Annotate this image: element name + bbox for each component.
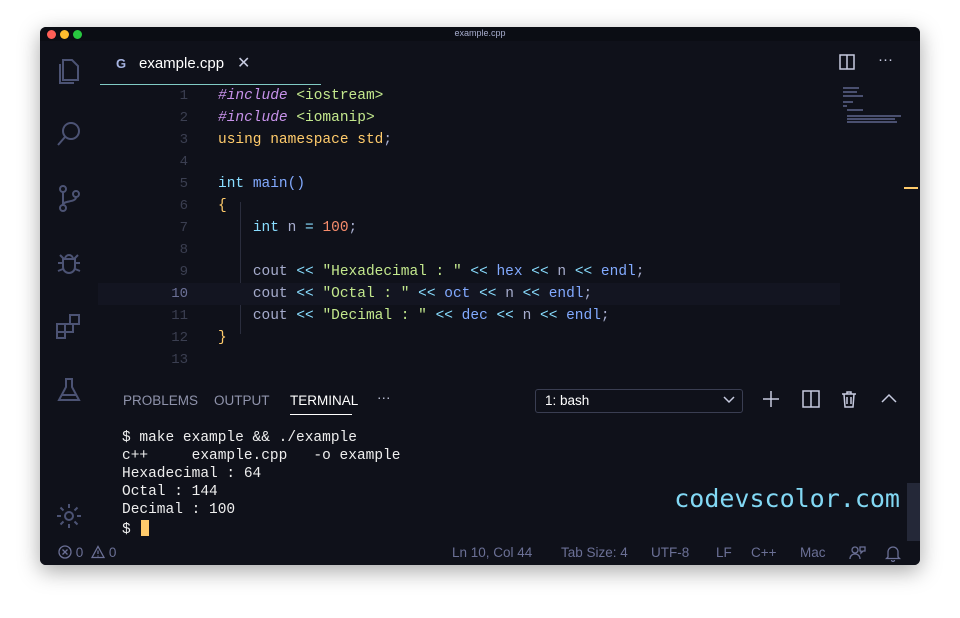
line-number: 8 bbox=[179, 242, 188, 258]
search-icon[interactable] bbox=[54, 119, 84, 149]
code-line: 12 } bbox=[98, 327, 840, 349]
language-mode[interactable]: C++ bbox=[751, 545, 777, 560]
notifications-bell-icon[interactable] bbox=[884, 544, 902, 565]
line-number: 12 bbox=[171, 330, 188, 346]
window-title: example.cpp bbox=[454, 28, 506, 38]
line-number: 5 bbox=[179, 176, 188, 192]
trash-icon[interactable] bbox=[839, 389, 859, 409]
warning-count: 0 bbox=[108, 545, 117, 560]
code-line: 9 cout << "Hexadecimal : " << hex << n <… bbox=[98, 261, 840, 283]
line-number: 4 bbox=[179, 154, 188, 170]
tab-output[interactable]: OUTPUT bbox=[214, 393, 270, 408]
source-control-icon[interactable] bbox=[54, 183, 84, 213]
explorer-icon[interactable] bbox=[54, 56, 84, 86]
error-count: 0 bbox=[75, 545, 84, 560]
editor-tab-bar: G example.cpp ✕ ··· bbox=[98, 41, 920, 85]
terminal-prompt: $ bbox=[122, 522, 140, 538]
line-number: 2 bbox=[179, 110, 188, 126]
editor-actions: ··· bbox=[838, 51, 908, 76]
line-number: 6 bbox=[179, 198, 188, 214]
chevron-up-icon[interactable] bbox=[879, 389, 899, 409]
more-actions-icon[interactable]: ··· bbox=[878, 51, 893, 68]
tab-terminal[interactable]: TERMINAL bbox=[290, 393, 358, 408]
terminal-line: $ make example && ./example bbox=[122, 430, 357, 446]
line-number: 10 bbox=[171, 286, 188, 302]
split-editor-icon[interactable] bbox=[838, 53, 856, 76]
end-of-line[interactable]: LF bbox=[716, 545, 732, 560]
new-terminal-plus-icon[interactable] bbox=[761, 389, 781, 409]
close-tab-icon[interactable]: ✕ bbox=[237, 53, 250, 73]
terminal-line: Hexadecimal : 64 bbox=[122, 466, 262, 482]
status-bar: 0 0 Ln 10, Col 44 Tab Size: 4 UTF-8 LF C… bbox=[40, 541, 920, 565]
code-line: 5 int main() bbox=[98, 173, 840, 195]
line-number: 9 bbox=[179, 264, 188, 280]
line-number: 3 bbox=[179, 132, 188, 148]
terminal-line: Octal : 144 bbox=[122, 484, 218, 500]
cpp-file-icon: G bbox=[116, 56, 127, 71]
watermark: codevscolor.com bbox=[674, 484, 900, 513]
title-bar: example.cpp bbox=[40, 27, 920, 41]
code-editor[interactable]: 1 #include <iostream> 2 #include <iomani… bbox=[98, 85, 920, 373]
terminal-output[interactable]: $ make example && ./example c++ example.… bbox=[122, 430, 400, 538]
code-line: 4 bbox=[98, 151, 840, 173]
active-tab-indicator bbox=[290, 414, 352, 415]
terminal-line: Decimal : 100 bbox=[122, 502, 236, 518]
encoding[interactable]: UTF-8 bbox=[651, 545, 689, 560]
terminal-select[interactable]: 1: bash bbox=[535, 389, 743, 413]
terminal-line: c++ example.cpp -o example bbox=[122, 448, 401, 464]
error-icon bbox=[58, 545, 72, 562]
tab-problems[interactable]: PROBLEMS bbox=[123, 393, 198, 408]
close-panel-icon[interactable] bbox=[918, 389, 920, 409]
code-line: 13 bbox=[98, 349, 840, 371]
code-line: 7 int n = 100; bbox=[98, 217, 840, 239]
debug-icon[interactable] bbox=[54, 247, 84, 277]
platform[interactable]: Mac bbox=[800, 545, 826, 560]
bottom-panel: PROBLEMS OUTPUT TERMINAL ··· 1: bash $ m… bbox=[98, 373, 920, 543]
settings-gear-icon[interactable] bbox=[54, 501, 84, 531]
code-line: 8 bbox=[98, 239, 840, 261]
extensions-icon[interactable] bbox=[54, 311, 84, 341]
editor-window: example.cpp G example.cpp ✕ ··· 1 #inclu… bbox=[40, 27, 920, 565]
terminal-prompt-line: $ bbox=[122, 520, 400, 538]
line-number: 11 bbox=[171, 308, 188, 324]
feedback-icon[interactable] bbox=[848, 544, 866, 565]
line-number: 1 bbox=[179, 88, 188, 104]
line-number: 7 bbox=[179, 220, 188, 236]
line-number: 13 bbox=[171, 352, 188, 368]
code-line: 1 #include <iostream> bbox=[98, 85, 840, 107]
flask-icon[interactable] bbox=[54, 375, 84, 405]
chevron-down-icon bbox=[722, 393, 736, 407]
split-terminal-icon[interactable] bbox=[801, 389, 821, 409]
activity-bar bbox=[40, 41, 98, 541]
warning-icon bbox=[90, 545, 106, 562]
cursor-position[interactable]: Ln 10, Col 44 bbox=[452, 545, 532, 560]
code-line: 2 #include <iomanip> bbox=[98, 107, 840, 129]
tab-size[interactable]: Tab Size: 4 bbox=[561, 545, 628, 560]
code-line: 11 cout << "Decimal : " << dec << n << e… bbox=[98, 305, 840, 327]
minimap[interactable] bbox=[843, 85, 905, 125]
more-panel-tabs-icon[interactable]: ··· bbox=[377, 390, 391, 405]
terminal-scrollbar[interactable] bbox=[907, 483, 920, 543]
terminal-cursor bbox=[141, 520, 150, 536]
code-line-current: 10 cout << "Octal : " << oct << n << end… bbox=[98, 283, 840, 305]
terminal-select-label: 1: bash bbox=[545, 393, 590, 408]
tab-example-cpp[interactable]: G example.cpp ✕ bbox=[100, 41, 321, 85]
overview-ruler-marker bbox=[904, 187, 918, 189]
tab-label: example.cpp bbox=[139, 55, 225, 72]
code-line: 6 { bbox=[98, 195, 840, 217]
problems-status[interactable]: 0 0 bbox=[58, 545, 116, 562]
code-line: 3 using namespace std; bbox=[98, 129, 840, 151]
